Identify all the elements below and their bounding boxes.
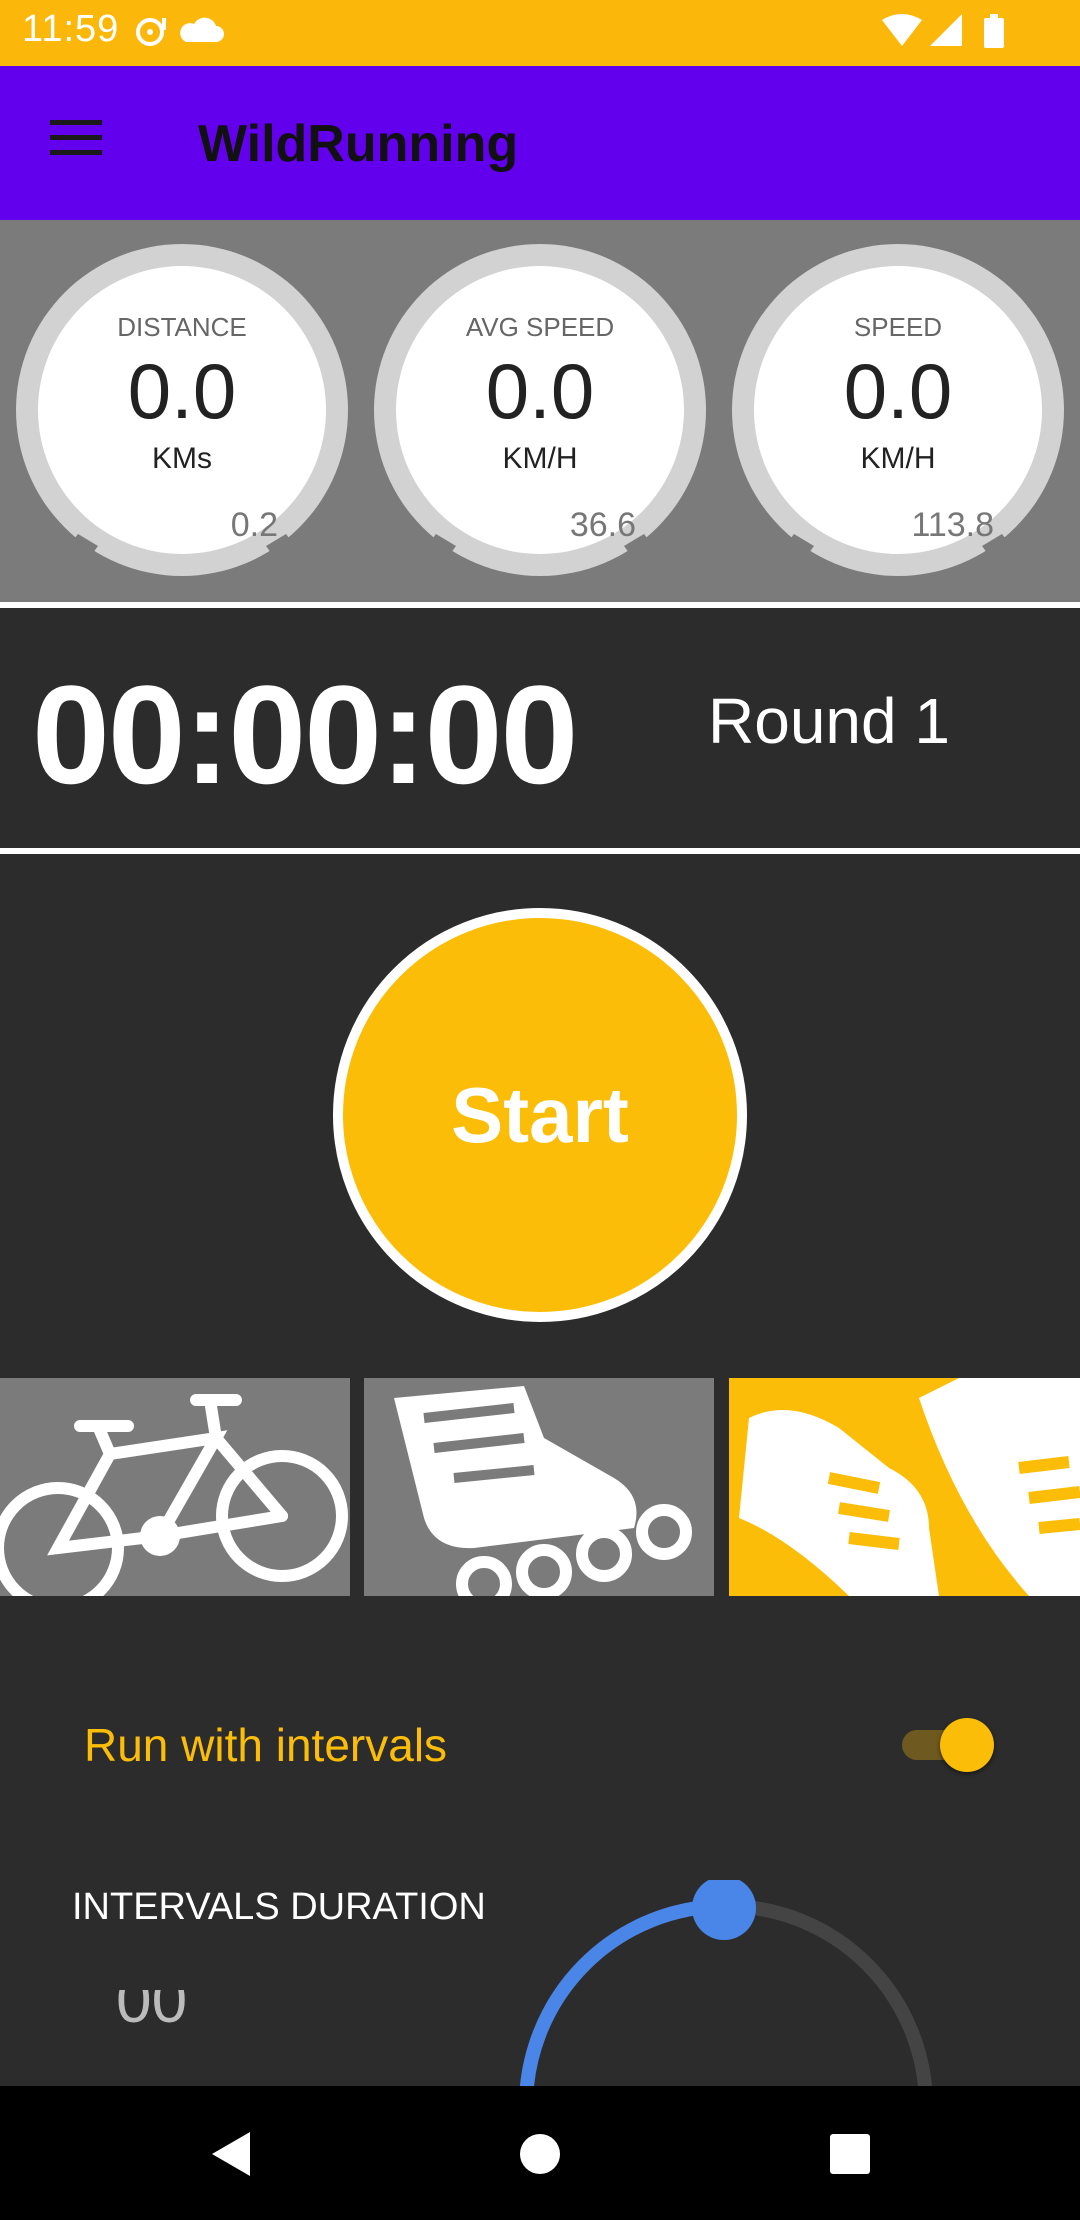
activity-bike-button[interactable]	[0, 1378, 350, 1596]
distance-gauge: DISTANCE 0.0 KMs 0.2	[16, 244, 348, 576]
running-shoes-icon	[739, 1378, 1080, 1596]
activity-skate-button[interactable]	[364, 1378, 714, 1596]
battery-icon	[984, 14, 1004, 48]
duration-dial[interactable]	[500, 1880, 960, 2086]
divider	[0, 602, 1080, 608]
gauge-panel: DISTANCE 0.0 KMs 0.2 AVG SPEED 0.0 KM/H …	[0, 220, 1080, 602]
elapsed-timer: 00:00:00	[32, 656, 578, 813]
status-bar: 11:59	[0, 0, 1080, 66]
app-bar: WildRunning	[0, 66, 1080, 220]
gauge-unit: KMs	[152, 442, 212, 475]
gauge-unit: KM/H	[860, 442, 936, 475]
avg-speed-gauge: AVG SPEED 0.0 KM/H 36.6	[374, 244, 706, 576]
run-with-intervals-label: Run with intervals	[84, 1719, 448, 1771]
gauge-label: AVG SPEED	[465, 312, 615, 342]
gauge-label: SPEED	[853, 312, 943, 342]
duration-picker-next[interactable]: 01	[116, 2070, 187, 2086]
wifi-icon	[882, 14, 922, 46]
timer-row: 00:00:00 Round 1	[0, 612, 1080, 848]
gauge-max: 0.2	[230, 506, 278, 544]
navigation-bar	[0, 2086, 1080, 2220]
back-icon[interactable]	[200, 2122, 270, 2186]
dial-handle	[692, 1880, 756, 1940]
gauge-value: 0.0	[843, 347, 953, 435]
recents-icon[interactable]	[815, 2122, 885, 2186]
app-title: WildRunning	[198, 115, 519, 173]
cloud-icon	[180, 17, 224, 42]
gauge-label: DISTANCE	[117, 312, 247, 342]
intervals-toggle[interactable]	[898, 1716, 994, 1772]
gauge-value: 0.0	[127, 347, 237, 435]
home-icon[interactable]	[505, 2122, 575, 2186]
start-button[interactable]: Start	[333, 908, 747, 1322]
toggle-thumb	[940, 1718, 994, 1772]
signal-icon	[930, 14, 962, 46]
divider	[0, 848, 1080, 854]
round-label: Round 1	[708, 685, 950, 757]
gauge-max: 113.8	[911, 506, 994, 544]
hamburger-menu-icon[interactable]	[40, 110, 112, 174]
intervals-duration-title: INTERVALS DURATION	[72, 1886, 486, 1928]
gauge-max: 36.6	[569, 506, 636, 544]
status-icons-right	[880, 12, 1010, 57]
status-time: 11:59	[22, 8, 120, 50]
duration-picker-previous[interactable]: 00	[116, 1990, 187, 2032]
inline-skate-icon	[394, 1386, 692, 1596]
gauge-value: 0.0	[485, 347, 595, 435]
speed-gauge: SPEED 0.0 KM/H 113.8	[732, 244, 1064, 576]
bicycle-icon	[0, 1394, 348, 1596]
activity-run-button[interactable]	[729, 1378, 1080, 1596]
media-icon	[136, 18, 166, 46]
gauge-unit: KM/H	[502, 442, 578, 475]
status-icons-left	[134, 14, 224, 55]
